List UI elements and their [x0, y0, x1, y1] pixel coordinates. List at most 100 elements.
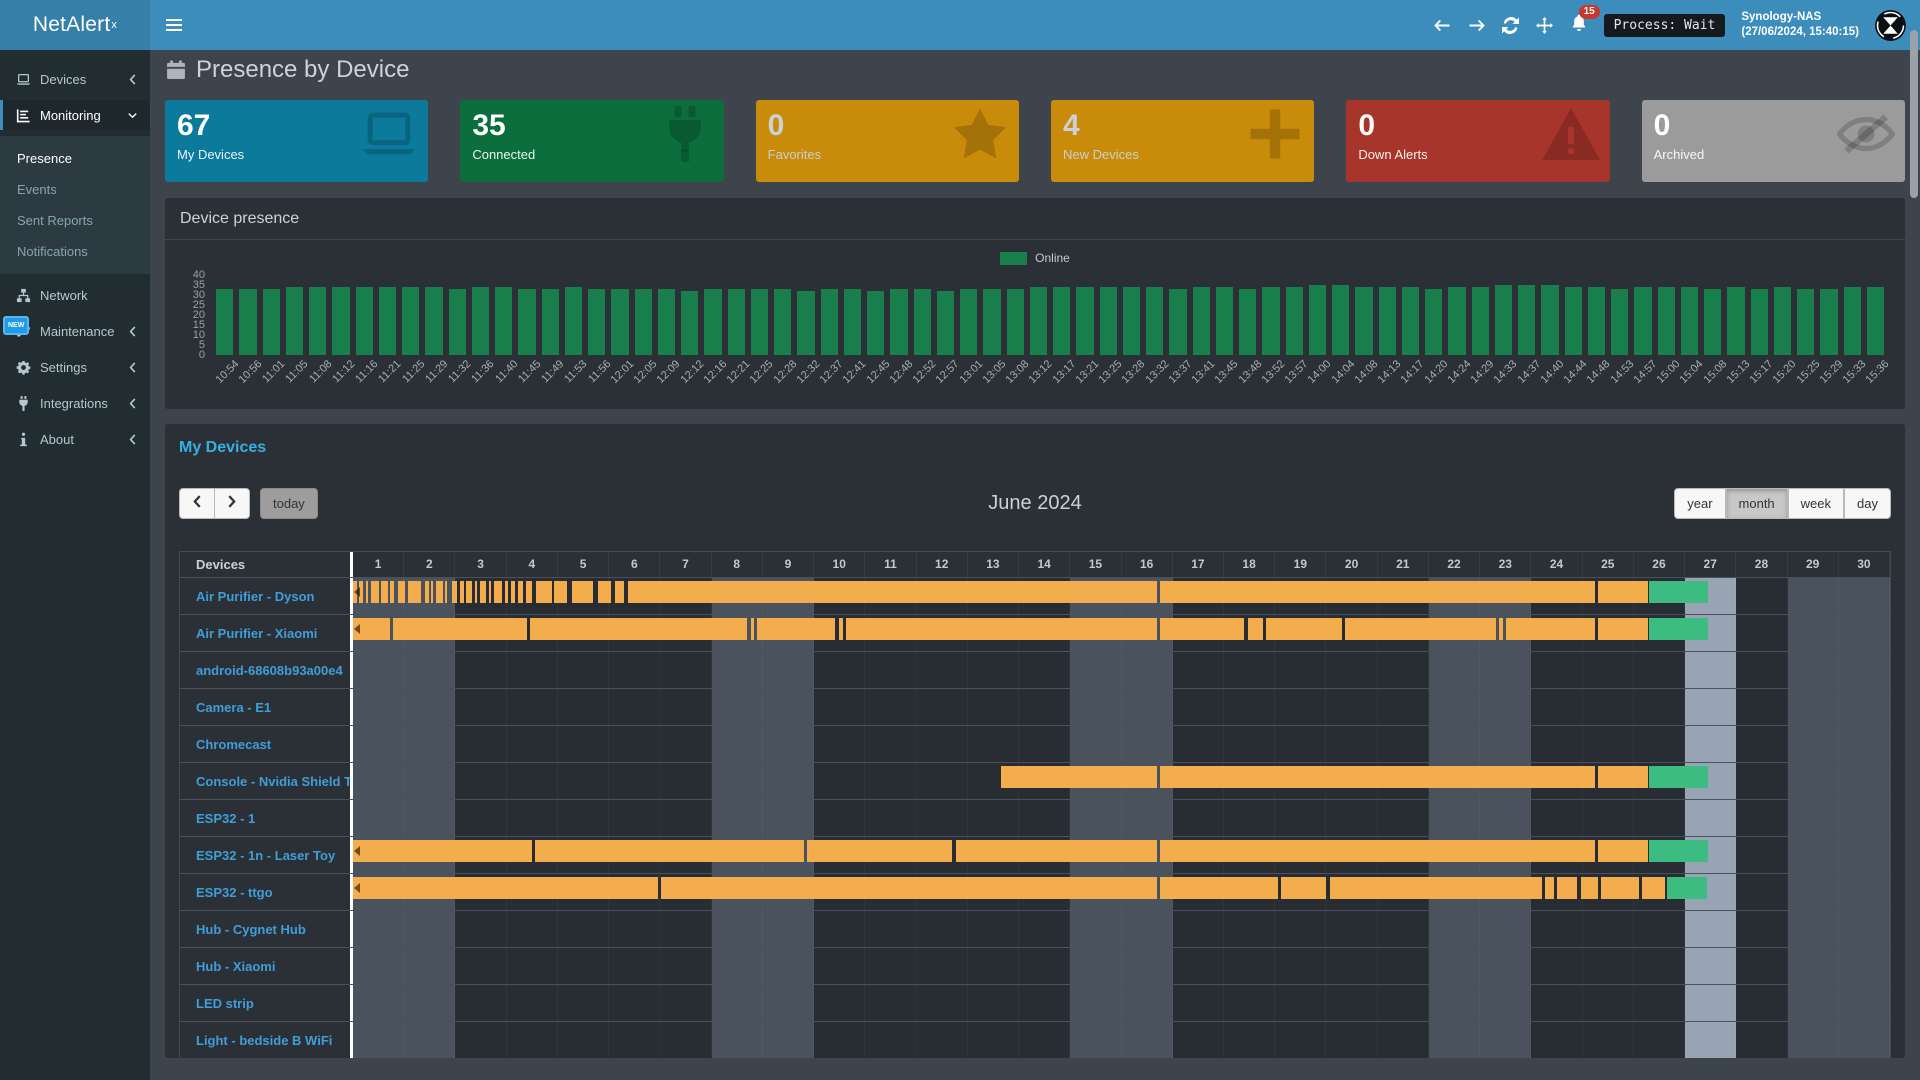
- presence-bar-segment[interactable]: [518, 581, 523, 603]
- presence-bar-segment[interactable]: [1598, 618, 1648, 640]
- presence-bar-segment[interactable]: [535, 840, 803, 862]
- summary-card-connected[interactable]: 35Connected: [460, 100, 723, 182]
- presence-bar-segment[interactable]: [1506, 618, 1596, 640]
- presence-bar-segment[interactable]: [371, 581, 378, 603]
- presence-bar-segment[interactable]: [1345, 618, 1496, 640]
- device-name-link[interactable]: Console - Nvidia Shield TV: [180, 763, 350, 799]
- summary-card-new-devices[interactable]: 4New Devices: [1051, 100, 1314, 182]
- refresh-icon[interactable]: [1502, 16, 1520, 34]
- presence-bar-segment[interactable]: [598, 581, 611, 603]
- presence-bar-segment[interactable]: [1642, 877, 1665, 899]
- presence-bar-segment[interactable]: [452, 581, 457, 603]
- presence-bar-segment[interactable]: [1281, 877, 1326, 899]
- online-now-segment[interactable]: [1649, 766, 1708, 788]
- presence-bar-segment[interactable]: [475, 581, 477, 603]
- presence-bar-segment[interactable]: [1160, 877, 1277, 899]
- sidebar-item-events[interactable]: Events: [0, 174, 150, 205]
- sidebar-item-devices[interactable]: Devices: [0, 64, 150, 94]
- presence-bar-segment[interactable]: [381, 581, 388, 603]
- sidebar-item-network[interactable]: Network: [0, 280, 150, 310]
- device-name-link[interactable]: ESP32 - 1n - Laser Toy: [180, 837, 350, 873]
- online-now-segment[interactable]: [1649, 618, 1708, 640]
- device-name-link[interactable]: Chromecast: [180, 726, 350, 762]
- notifications-bell[interactable]: 15: [1570, 14, 1588, 37]
- presence-bar-segment[interactable]: [1160, 618, 1244, 640]
- presence-bar-segment[interactable]: [661, 877, 1157, 899]
- presence-bar-segment[interactable]: [1601, 877, 1639, 899]
- presence-bar-segment[interactable]: [431, 581, 433, 603]
- presence-bar-segment[interactable]: [393, 618, 527, 640]
- presence-bar-segment[interactable]: [445, 581, 447, 603]
- presence-bar-segment[interactable]: [408, 581, 420, 603]
- presence-bar-segment[interactable]: [846, 618, 1157, 640]
- device-name-link[interactable]: Light - bedside B WiFi: [180, 1022, 350, 1058]
- presence-bar-segment[interactable]: [494, 581, 501, 603]
- sidebar-item-settings[interactable]: Settings: [0, 352, 150, 382]
- device-name-link[interactable]: android-68608b93a00e4: [180, 652, 350, 688]
- presence-bar-segment[interactable]: [807, 840, 953, 862]
- presence-bar-segment[interactable]: [353, 877, 658, 899]
- presence-bar-segment[interactable]: [398, 581, 405, 603]
- sidebar-item-presence[interactable]: Presence: [0, 143, 150, 174]
- presence-bar-segment[interactable]: [1557, 877, 1577, 899]
- calendar-view-week-button[interactable]: week: [1788, 488, 1844, 519]
- presence-bar-segment[interactable]: [1598, 840, 1648, 862]
- presence-bar-segment[interactable]: [751, 618, 754, 640]
- presence-bar-segment[interactable]: [526, 581, 532, 603]
- nav-back-icon[interactable]: [1434, 16, 1452, 34]
- calendar-today-button[interactable]: today: [260, 488, 318, 519]
- summary-card-my-devices[interactable]: 67My Devices: [165, 100, 428, 182]
- calendar-next-button[interactable]: [215, 488, 250, 519]
- presence-bar-segment[interactable]: [1581, 877, 1598, 899]
- presence-bar-segment[interactable]: [572, 581, 592, 603]
- summary-card-down-alerts[interactable]: 0Down Alerts: [1346, 100, 1609, 182]
- presence-bar-segment[interactable]: [1499, 618, 1503, 640]
- presence-bar-segment[interactable]: [1545, 877, 1554, 899]
- presence-chart[interactable]: Online 0510152025303540 10:5410:5611:011…: [165, 240, 1905, 409]
- presence-bar-segment[interactable]: [511, 581, 515, 603]
- online-now-segment[interactable]: [1649, 840, 1708, 862]
- presence-bar-segment[interactable]: [536, 581, 551, 603]
- device-name-link[interactable]: ESP32 - 1: [180, 800, 350, 836]
- fullscreen-move-icon[interactable]: [1536, 16, 1554, 34]
- device-name-link[interactable]: Camera - E1: [180, 689, 350, 725]
- device-name-link[interactable]: Air Purifier - Xiaomi: [180, 615, 350, 651]
- presence-bar-segment[interactable]: [436, 581, 443, 603]
- presence-bar-segment[interactable]: [1160, 581, 1595, 603]
- device-name-link[interactable]: Air Purifier - Dyson: [180, 578, 350, 614]
- device-name-link[interactable]: Hub - Cygnet Hub: [180, 911, 350, 947]
- presence-bar-segment[interactable]: [757, 618, 835, 640]
- presence-bar-segment[interactable]: [1598, 766, 1648, 788]
- sidebar-item-about[interactable]: About: [0, 424, 150, 454]
- app-logo[interactable]: NetAlertx: [0, 0, 150, 50]
- presence-bar-segment[interactable]: [353, 840, 532, 862]
- sidebar-item-sent-reports[interactable]: Sent Reports: [0, 205, 150, 236]
- summary-card-favorites[interactable]: 0Favorites: [756, 100, 1019, 182]
- presence-bar-segment[interactable]: [839, 618, 843, 640]
- presence-bar-segment[interactable]: [1160, 766, 1595, 788]
- online-now-segment[interactable]: [1649, 581, 1708, 603]
- presence-bar-segment[interactable]: [425, 581, 429, 603]
- presence-bar-segment[interactable]: [466, 581, 473, 603]
- nav-forward-icon[interactable]: [1468, 16, 1486, 34]
- user-avatar[interactable]: [1875, 10, 1906, 41]
- presence-bar-segment[interactable]: [1160, 840, 1595, 862]
- calendar-view-day-button[interactable]: day: [1844, 488, 1891, 519]
- scrollbar-thumb[interactable]: [1910, 30, 1918, 198]
- sidebar-item-notifications[interactable]: Notifications: [0, 236, 150, 267]
- presence-bar-segment[interactable]: [460, 581, 464, 603]
- presence-bar-segment[interactable]: [505, 581, 509, 603]
- presence-bar-segment[interactable]: [489, 581, 491, 603]
- device-name-link[interactable]: Hub - Xiaomi: [180, 948, 350, 984]
- presence-bar-segment[interactable]: [480, 581, 486, 603]
- presence-bar-segment[interactable]: [554, 581, 567, 603]
- device-name-link[interactable]: ESP32 - ttgo: [180, 874, 350, 910]
- sidebar-item-integrations[interactable]: Integrations: [0, 388, 150, 418]
- presence-bar-segment[interactable]: [1330, 877, 1542, 899]
- online-now-segment[interactable]: [1667, 877, 1706, 899]
- presence-bar-segment[interactable]: [615, 581, 623, 603]
- sidebar-toggle-button[interactable]: [150, 0, 198, 50]
- calendar-view-year-button[interactable]: year: [1674, 488, 1725, 519]
- presence-bar-segment[interactable]: [1001, 766, 1157, 788]
- device-name-link[interactable]: LED strip: [180, 985, 350, 1021]
